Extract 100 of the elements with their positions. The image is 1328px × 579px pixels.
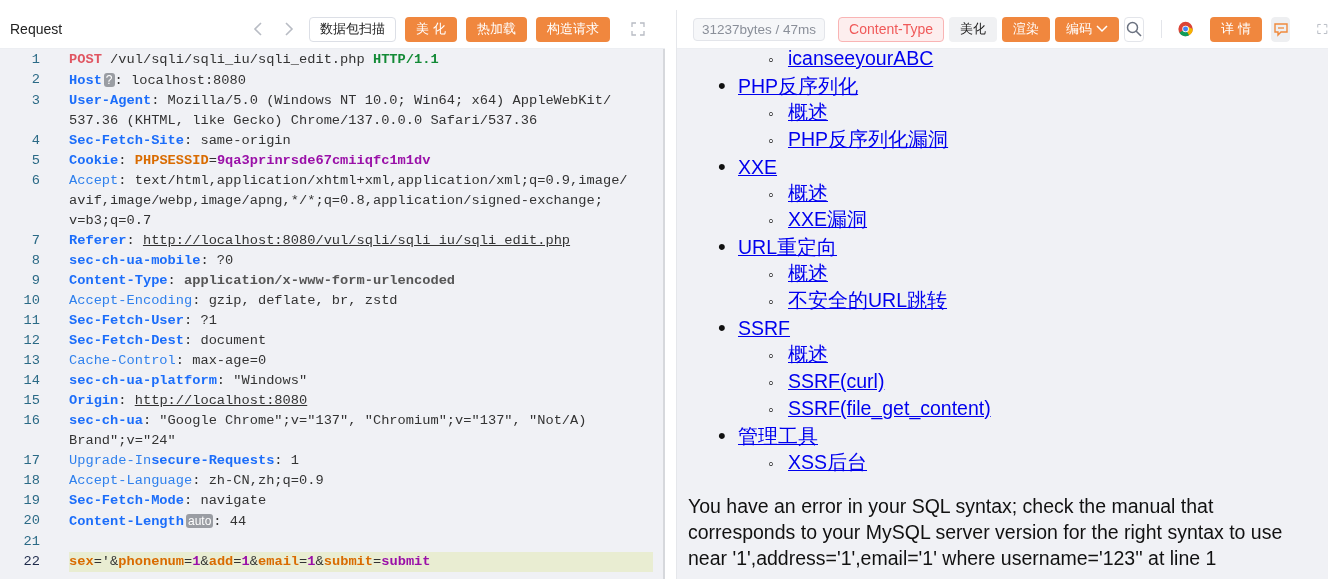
bullet: ◦ [768, 130, 775, 151]
bullet: ◦ [768, 372, 775, 393]
code-text: : "Google Chrome";v="137", "Chromium";v="137", "Not/A) [142, 413, 587, 428]
comment-button[interactable] [1271, 16, 1291, 42]
bullet: ◦ [768, 453, 775, 474]
back-icon[interactable] [253, 21, 264, 37]
param-name: sex [69, 554, 94, 569]
header-name: Origin [69, 393, 119, 408]
code-text: : same-origin [184, 133, 291, 148]
line-number: 19 [22, 492, 41, 510]
line-number: 11 [22, 312, 41, 330]
code-text: : [118, 393, 128, 408]
forward-icon[interactable] [284, 21, 295, 37]
line-number: 2 [30, 71, 41, 89]
bullet: ◦ [768, 50, 775, 70]
header-name: sec-ch-ua-platform [69, 373, 217, 388]
code-text: = [208, 153, 217, 168]
method-keyword: POST [69, 52, 102, 67]
toolbar-button[interactable]: 美化 [949, 16, 998, 42]
bullet: • [718, 315, 727, 341]
line-number: 13 [22, 352, 41, 370]
menu-link[interactable]: 概述 [788, 341, 828, 368]
menu-link[interactable]: SSRF(curl) [788, 368, 885, 395]
header-name: Accept-Language [69, 473, 193, 488]
code-link[interactable]: http://localhost:8080 [134, 393, 308, 408]
header-name: Content-Length [69, 514, 184, 529]
menu-link[interactable]: URL重定向 [738, 235, 837, 262]
line-number: 17 [22, 452, 41, 470]
menu-link[interactable]: SSRF [738, 316, 790, 342]
menu-link[interactable]: 概述 [788, 180, 828, 207]
line-number: 12 [22, 332, 41, 350]
menu-link[interactable]: XSS后台 [788, 449, 868, 476]
bullet: • [718, 234, 727, 261]
header-name: Referer [69, 233, 127, 248]
caret-icon [1096, 25, 1109, 33]
line-number: 3 [30, 92, 41, 110]
menu-link[interactable]: icanseeyourABC [788, 49, 934, 72]
code-text: : "Windows" [216, 373, 308, 388]
header-name: Host [69, 73, 102, 88]
header-name: Cache-Control [69, 353, 176, 368]
code-text: application/x-www-form-urlencoded [184, 273, 456, 288]
param-name: phonenum [118, 554, 185, 569]
code-text: : Mozilla/5.0 (Windows NT 10.0; Win64; x64) AppleWebKit/ [151, 93, 612, 108]
code-text: : document [184, 333, 267, 348]
code-text: & [315, 554, 324, 569]
param-name: email [258, 554, 300, 569]
menu-link[interactable]: 概述 [788, 99, 828, 126]
code-text: = [299, 554, 308, 569]
code-text: & [249, 554, 258, 569]
menu-link[interactable]: 不安全的URL跳转 [788, 288, 947, 315]
menu-link[interactable]: XXE [738, 154, 778, 181]
header-name: sec-ch-ua [69, 413, 143, 428]
line-number: 20 [22, 512, 41, 530]
toolbar-button[interactable]: 数据包扫描 [309, 16, 397, 42]
menu-link[interactable]: SSRF(file_get_content) [788, 395, 991, 422]
param-value: 1 [241, 554, 250, 569]
param-name: submit [323, 554, 374, 569]
menu-link[interactable]: PHP反序列化 [738, 73, 859, 100]
code-text: = [233, 554, 242, 569]
header-name: Sec-Fetch-User [69, 313, 184, 328]
search-button[interactable] [1124, 16, 1144, 42]
code-text: : [167, 273, 177, 288]
line-number: 6 [30, 172, 41, 190]
code-text: & [200, 554, 209, 569]
bullet: ◦ [768, 399, 775, 420]
bullet: ◦ [768, 292, 775, 313]
code-text: : navigate [184, 493, 267, 508]
param-value: 9qa3prinrsde67cmiiqfc1m1dv [216, 153, 431, 168]
http-version: HTTP/1.1 [372, 52, 439, 67]
menu-link[interactable]: PHP反序列化漏洞 [788, 126, 949, 153]
code-text: ='& [93, 554, 119, 569]
line-number: 21 [22, 533, 41, 551]
code-text: Brand";v="24" [69, 433, 176, 448]
param-value: submit [381, 554, 431, 569]
browser-icon[interactable] [1178, 19, 1194, 39]
line-number: 9 [30, 272, 41, 290]
code-link[interactable]: http://localhost:8080/vul/sqli/sqli_iu/sqli_edit.php [142, 233, 571, 248]
error-message: You have an error in your SQL syntax; check the manual that corresponds to your MySQL server version for the right syntax to use near '1',address='1',email='1' where username='123'' at line 1 [688, 493, 1284, 571]
header-name: Sec-Fetch-Dest [69, 333, 184, 348]
menu-link[interactable]: 概述 [788, 261, 828, 288]
fullscreen-icon[interactable] [631, 22, 645, 36]
header-name: User-Agent [69, 93, 152, 108]
code-text: : 44 [213, 514, 247, 529]
fullscreen-icon[interactable] [1317, 22, 1328, 36]
line-number: 15 [22, 392, 41, 410]
menu-link[interactable]: 管理工具 [738, 423, 818, 450]
panel-title: Request [9, 21, 63, 37]
line-number: 7 [30, 232, 41, 250]
bullet: ◦ [768, 211, 775, 232]
line-number: 4 [30, 132, 41, 150]
bullet: ◦ [768, 184, 775, 205]
header-name: Accept-Encoding [69, 293, 193, 308]
code-text: : [126, 233, 136, 248]
bullet: ◦ [768, 103, 775, 124]
code-text: : 1 [274, 453, 299, 468]
code-text: = [184, 554, 193, 569]
line-number: 14 [22, 372, 41, 390]
code-text: : text/html,application/xhtml+xml,application/xml;q=0.9,image/ [118, 173, 628, 188]
menu-link[interactable]: XXE漏洞 [788, 207, 868, 234]
code-text: 537.36 (KHTML, like Gecko) Chrome/137.0.0.0 Safari/537.36 [69, 113, 538, 128]
